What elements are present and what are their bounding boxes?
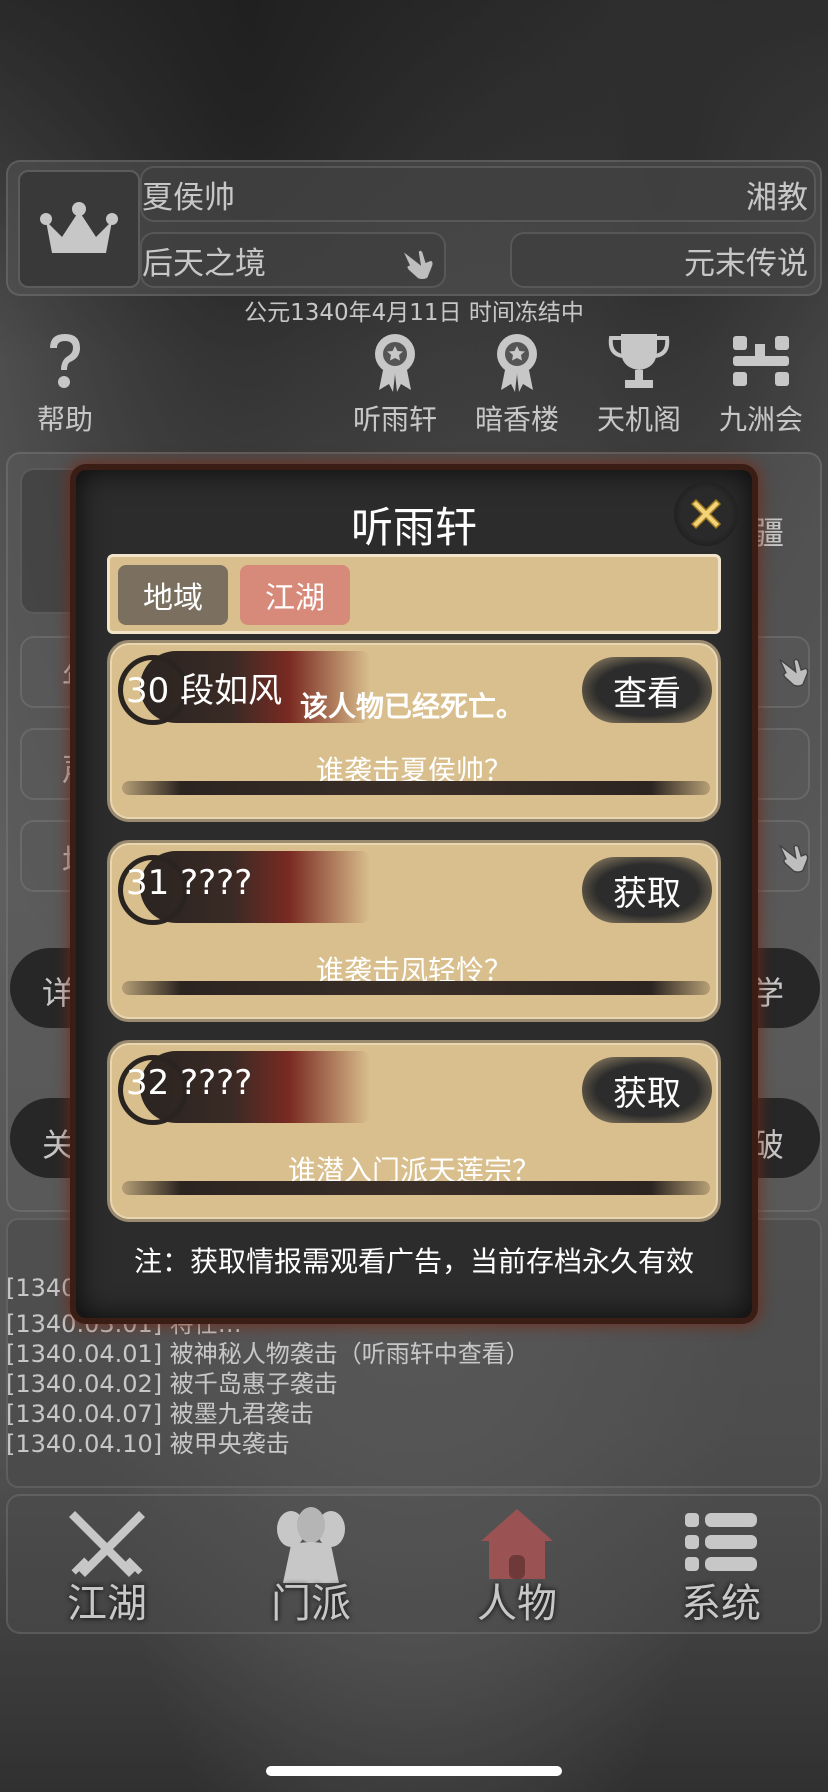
ad-note: 注：获取情报需观看广告，当前存档永久有效: [133, 1245, 694, 1278]
intel-title: 30 段如风: [126, 671, 283, 711]
intel-status: 该人物已经死亡。: [300, 690, 525, 723]
close-icon: [690, 498, 722, 530]
intel-title: 31 ????: [126, 863, 253, 903]
intel-list[interactable]: 30 段如风 该人物已经死亡。 查看 谁袭击夏侯帅？ 31 ???? 获取 谁袭…: [107, 640, 721, 1228]
intel-card: 32 ???? 获取 谁潜入门派天莲宗？: [107, 1040, 721, 1222]
tab-bar: 地域 江湖: [107, 554, 721, 634]
modal-title: 听雨轩: [350, 503, 477, 552]
view-button[interactable]: 查看: [582, 657, 712, 723]
obtain-button[interactable]: 获取: [582, 857, 712, 923]
intel-title: 32 ????: [126, 1063, 253, 1103]
tingyu-modal: 听雨轩 地域 江湖 30 段如风 该人物已经死亡。 查看 谁袭击夏侯帅？ 31 …: [76, 470, 752, 1318]
home-indicator[interactable]: [266, 1766, 562, 1776]
close-button[interactable]: [674, 482, 738, 546]
brush-divider: [122, 981, 710, 995]
tab-region[interactable]: 地域: [118, 565, 228, 625]
obtain-button[interactable]: 获取: [582, 1057, 712, 1123]
intel-card: 31 ???? 获取 谁袭击凤轻怜？: [107, 840, 721, 1022]
tab-jianghu[interactable]: 江湖: [240, 565, 350, 625]
brush-divider: [122, 1181, 710, 1195]
brush-divider: [122, 781, 710, 795]
intel-card: 30 段如风 该人物已经死亡。 查看 谁袭击夏侯帅？: [107, 640, 721, 822]
